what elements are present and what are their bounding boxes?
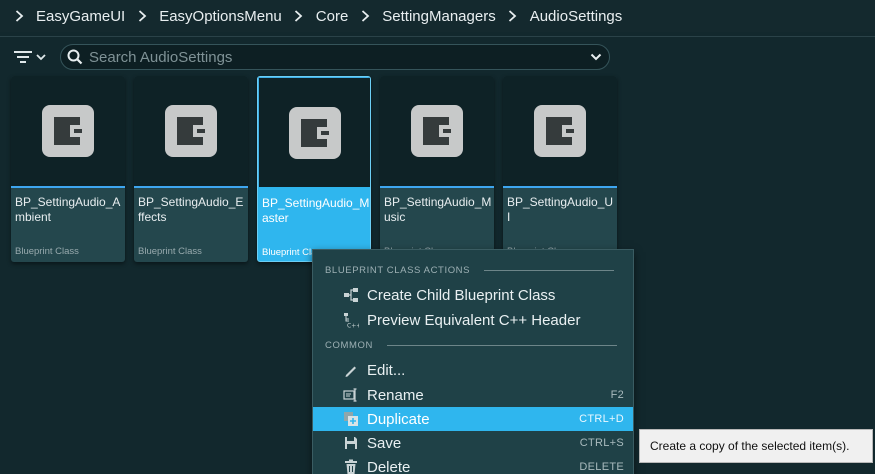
thumbnail-accent-bar [11, 186, 125, 188]
menu-item-label: Delete [367, 458, 411, 474]
section-divider [386, 344, 617, 346]
chevron-down-icon [36, 53, 46, 61]
rename-icon [343, 387, 359, 403]
breadcrumb-item-audiosettings[interactable]: AudioSettings [524, 8, 629, 25]
menu-section-header: COMMON [325, 338, 617, 352]
search-box [60, 44, 610, 70]
breadcrumb-item-easyoptionsmenu[interactable]: EasyOptionsMenu [153, 8, 288, 25]
asset-tile-effects[interactable]: BP_SettingAudio_Effects Blueprint Class [134, 76, 248, 262]
trash-icon [343, 459, 359, 474]
menu-item-rename[interactable]: Rename F2 [313, 383, 633, 407]
menu-item-label: Save [367, 434, 402, 452]
asset-name: BP_SettingAudio_Master [262, 196, 370, 225]
chevron-right-icon[interactable] [288, 5, 310, 27]
asset-name: BP_SettingAudio_Effects [138, 195, 244, 224]
search-input[interactable] [89, 48, 583, 66]
menu-item-label: Edit... [367, 361, 406, 379]
breadcrumb-item-easygameui[interactable]: EasyGameUI [30, 8, 131, 25]
asset-tile-ui[interactable]: BP_SettingAudio_UI Blueprint Class [503, 76, 617, 262]
chevron-right-icon[interactable] [131, 5, 153, 27]
section-divider [484, 269, 615, 271]
menu-item-shortcut: CTRL+S [579, 437, 624, 449]
menu-item-shortcut: CTRL+D [579, 413, 624, 425]
filter-button[interactable] [10, 45, 52, 69]
context-menu: BLUEPRINT CLASS ACTIONS Create Child Blu… [312, 249, 634, 474]
menu-item-duplicate[interactable]: Duplicate CTRL+D [313, 407, 633, 431]
blueprint-class-icon [380, 76, 494, 186]
asset-tile-ambient[interactable]: BP_SettingAudio_Ambient Blueprint Class [11, 76, 125, 262]
asset-tile-music[interactable]: BP_SettingAudio_Music Blueprint Class [380, 76, 494, 262]
search-options-chevron-icon[interactable] [583, 44, 609, 70]
breadcrumb-item-settingmanagers[interactable]: SettingManagers [376, 8, 501, 25]
menu-item-label: Create Child Blueprint Class [367, 286, 556, 304]
menu-item-save[interactable]: Save CTRL+S [313, 431, 633, 455]
filter-icon [14, 50, 32, 64]
asset-tile-master[interactable]: BP_SettingAudio_Master Blueprint Class [257, 76, 371, 262]
section-title: COMMON [325, 339, 373, 351]
save-icon [343, 435, 359, 451]
asset-name: BP_SettingAudio_Ambient [15, 195, 121, 224]
menu-item-label: Duplicate [367, 410, 430, 428]
chevron-right-icon[interactable] [354, 5, 376, 27]
chevron-right-icon[interactable] [502, 5, 524, 27]
menu-item-edit[interactable]: Edit... [313, 358, 633, 382]
duplicate-icon [343, 411, 359, 427]
menu-item-label: Preview Equivalent C++ Header [367, 311, 581, 329]
breadcrumb: EasyGameUI EasyOptionsMenu Core SettingM… [0, 0, 875, 32]
menu-section-header: BLUEPRINT CLASS ACTIONS [325, 263, 615, 277]
cpp-header-icon: C++ [343, 312, 359, 328]
asset-type: Blueprint Class [15, 246, 79, 257]
chevron-right-icon[interactable] [8, 5, 30, 27]
asset-type: Blueprint Class [138, 246, 202, 257]
section-title: BLUEPRINT CLASS ACTIONS [325, 264, 471, 276]
thumbnail-accent-bar [503, 186, 617, 188]
breadcrumb-item-core[interactable]: Core [310, 8, 355, 25]
menu-item-create-child-blueprint[interactable]: Create Child Blueprint Class [313, 283, 633, 307]
thumbnail-accent-bar [380, 186, 494, 188]
blueprint-class-icon [503, 76, 617, 186]
blueprint-class-icon [258, 77, 370, 187]
asset-name: BP_SettingAudio_Music [384, 195, 492, 224]
tooltip: Create a copy of the selected item(s). [639, 429, 873, 463]
content-browser-toolbar [0, 36, 875, 76]
child-blueprint-icon [343, 287, 359, 303]
search-icon [61, 44, 89, 70]
menu-item-shortcut: DELETE [579, 461, 624, 473]
edit-pencil-icon [343, 362, 359, 378]
svg-text:C++: C++ [347, 323, 359, 329]
menu-item-preview-cpp-header[interactable]: C++ Preview Equivalent C++ Header [313, 308, 633, 332]
menu-item-label: Rename [367, 386, 424, 404]
thumbnail-accent-bar [134, 186, 248, 188]
asset-name: BP_SettingAudio_UI [507, 195, 614, 224]
menu-item-shortcut: F2 [610, 389, 624, 401]
menu-item-delete[interactable]: Delete DELETE [313, 455, 633, 474]
blueprint-class-icon [134, 76, 248, 186]
blueprint-class-icon [11, 76, 125, 186]
